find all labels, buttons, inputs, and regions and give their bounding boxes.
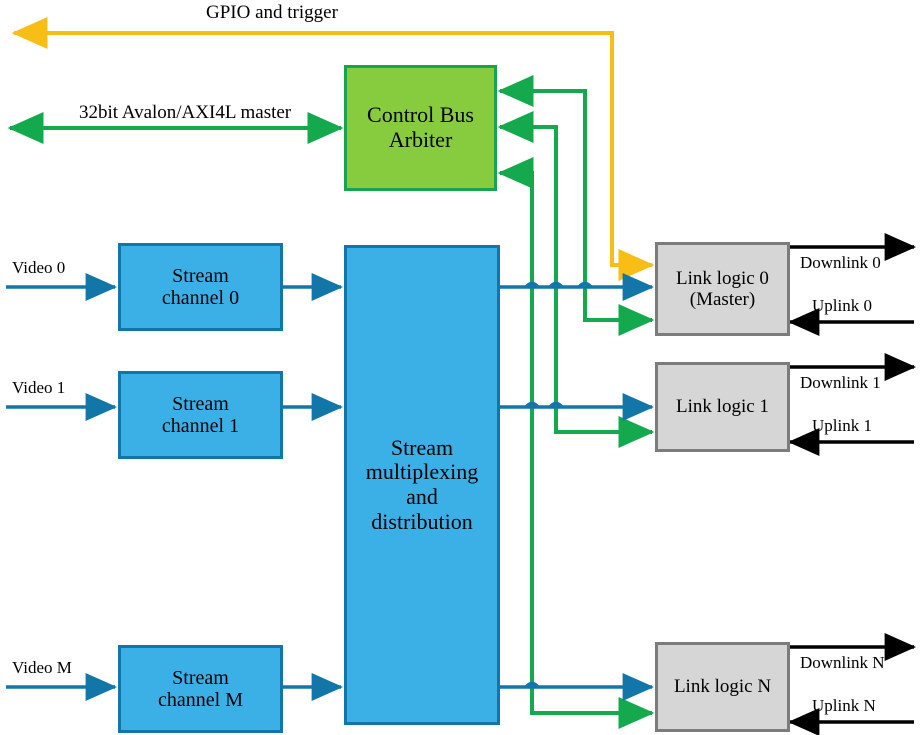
block-stream-channel-m-label: Stream channel M bbox=[158, 666, 243, 711]
label-uplink-0: Uplink 0 bbox=[812, 296, 872, 315]
block-link-logic-0[interactable]: Link logic 0 (Master) bbox=[655, 242, 790, 336]
block-link-logic-0-label: Link logic 0 (Master) bbox=[676, 267, 769, 310]
label-video-1: Video 1 bbox=[12, 378, 66, 397]
block-link-logic-n-label: Link logic N bbox=[673, 676, 772, 698]
block-stream-multiplexing[interactable]: Stream multiplexing and distribution bbox=[344, 245, 500, 725]
wire-control-linkN-to-arbiter bbox=[497, 157, 655, 729]
label-uplink-1: Uplink 1 bbox=[812, 416, 872, 435]
block-link-logic-1[interactable]: Link logic 1 bbox=[655, 362, 790, 452]
label-gpio-and-trigger: GPIO and trigger bbox=[206, 2, 338, 23]
label-uplink-n: Uplink N bbox=[812, 696, 876, 715]
block-stream-channel-0[interactable]: Stream channel 0 bbox=[118, 243, 283, 331]
label-downlink-1: Downlink 1 bbox=[800, 373, 881, 392]
block-control-bus-arbiter-label: Control Bus Arbiter bbox=[367, 102, 474, 152]
wire-mux-to-link0 bbox=[500, 273, 655, 301]
block-stream-channel-1-label: Stream channel 1 bbox=[161, 392, 240, 437]
block-control-bus-arbiter[interactable]: Control Bus Arbiter bbox=[344, 65, 497, 191]
block-stream-channel-m[interactable]: Stream channel M bbox=[118, 645, 283, 733]
block-stream-channel-0-label: Stream channel 0 bbox=[161, 264, 240, 309]
block-stream-channel-1[interactable]: Stream channel 1 bbox=[118, 371, 283, 459]
block-link-logic-1-label: Link logic 1 bbox=[676, 396, 769, 418]
wire-mux-to-linkN bbox=[500, 673, 655, 701]
label-downlink-0: Downlink 0 bbox=[800, 253, 881, 272]
label-video-0: Video 0 bbox=[12, 258, 66, 277]
label-downlink-n: Downlink N bbox=[800, 653, 885, 672]
block-link-logic-n[interactable]: Link logic N bbox=[655, 642, 790, 732]
wire-mux-to-link1 bbox=[500, 393, 655, 421]
label-control-bus-master: 32bit Avalon/AXI4L master bbox=[79, 102, 292, 123]
label-video-m: Video M bbox=[12, 658, 72, 677]
block-diagram: Control Bus Arbiter Stream multiplexing … bbox=[0, 0, 920, 735]
block-stream-multiplexing-label: Stream multiplexing and distribution bbox=[365, 434, 479, 534]
